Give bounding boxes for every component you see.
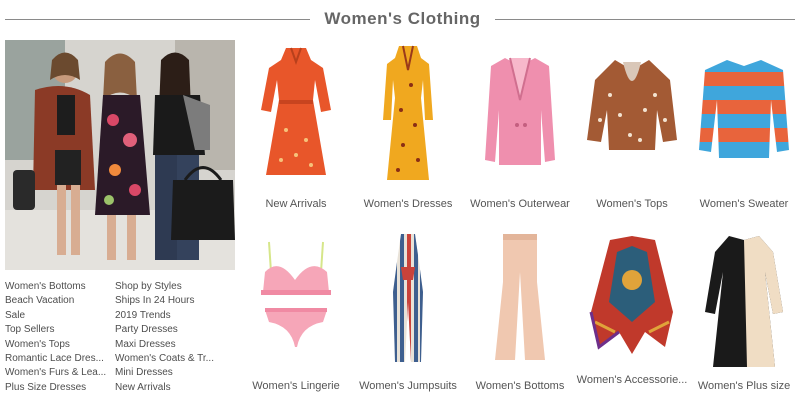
link-romantic-lace-dresses[interactable]: Romantic Lace Dres... <box>5 352 113 366</box>
orange-dress-icon <box>261 47 331 175</box>
link-ships-in-24-hours[interactable]: Ships In 24 Hours <box>115 294 223 308</box>
link-top-sellers[interactable]: Top Sellers <box>5 323 113 337</box>
category-tile-womens-jumpsuits[interactable]: Women's Jumpsuits <box>352 232 464 407</box>
link-womens-bottoms[interactable]: Women's Bottoms <box>5 280 113 294</box>
category-label: Women's Tops <box>596 198 668 210</box>
hero-banner-image[interactable] <box>5 40 235 270</box>
category-tile-womens-accessories[interactable]: Women's Accessorie... <box>576 232 688 407</box>
header-divider-right <box>495 19 795 20</box>
category-label: New Arrivals <box>265 198 327 210</box>
category-links-column-2: Shop by Styles Ships In 24 Hours 2019 Tr… <box>115 280 223 395</box>
category-label: Women's Plus size <box>697 380 791 392</box>
flared-pants-icon <box>495 234 545 360</box>
striped-sweater-icon <box>698 60 789 158</box>
category-tile-womens-outerwear[interactable]: Women's Outerwear <box>464 40 576 220</box>
yellow-dress-icon <box>383 45 433 180</box>
category-label: Women's Dresses <box>363 198 453 210</box>
category-label: Women's Sweater <box>699 198 789 210</box>
link-mini-dresses[interactable]: Mini Dresses <box>115 366 223 380</box>
category-tile-womens-lingerie[interactable]: Women's Lingerie <box>240 232 352 407</box>
link-new-arrivals[interactable]: New Arrivals <box>115 381 223 395</box>
category-label: Women's Accessorie... <box>576 374 688 386</box>
category-links-column-1: Women's Bottoms Beach Vacation Sale Top … <box>5 280 113 395</box>
category-tile-womens-sweater[interactable]: Women's Sweater <box>688 40 800 220</box>
link-beach-vacation[interactable]: Beach Vacation <box>5 294 113 308</box>
street-fashion-photo <box>5 40 235 270</box>
striped-jumpsuit-icon <box>393 234 423 362</box>
section-header: Women's Clothing <box>0 8 800 32</box>
link-plus-size-dresses[interactable]: Plus Size Dresses <box>5 381 113 395</box>
printed-scarf-icon <box>589 236 673 354</box>
link-womens-furs-leather[interactable]: Women's Furs & Lea... <box>5 366 113 380</box>
pink-blazer-icon <box>485 57 555 165</box>
header-divider-left <box>5 19 310 20</box>
category-tile-womens-bottoms[interactable]: Women's Bottoms <box>464 232 576 407</box>
black-wrap-dress-icon <box>704 236 783 367</box>
polka-dot-blouse-icon <box>586 60 677 150</box>
category-tile-womens-plus-size[interactable]: Women's Plus size <box>688 232 800 407</box>
link-shop-by-styles[interactable]: Shop by Styles <box>115 280 223 294</box>
link-sale[interactable]: Sale <box>5 309 113 323</box>
category-tile-womens-dresses[interactable]: Women's Dresses <box>352 40 464 220</box>
link-womens-coats-trench[interactable]: Women's Coats & Tr... <box>115 352 223 366</box>
category-tile-new-arrivals[interactable]: New Arrivals <box>240 40 352 220</box>
category-label: Women's Outerwear <box>470 198 570 210</box>
category-label: Women's Lingerie <box>252 380 340 392</box>
link-party-dresses[interactable]: Party Dresses <box>115 323 223 337</box>
link-2019-trends[interactable]: 2019 Trends <box>115 309 223 323</box>
section-title: Women's Clothing <box>324 9 481 28</box>
category-label: Women's Jumpsuits <box>359 380 457 392</box>
lingerie-set-icon <box>261 241 331 347</box>
category-tile-womens-tops[interactable]: Women's Tops <box>576 40 688 220</box>
category-label: Women's Bottoms <box>475 380 565 392</box>
link-maxi-dresses[interactable]: Maxi Dresses <box>115 338 223 352</box>
link-womens-tops[interactable]: Women's Tops <box>5 338 113 352</box>
